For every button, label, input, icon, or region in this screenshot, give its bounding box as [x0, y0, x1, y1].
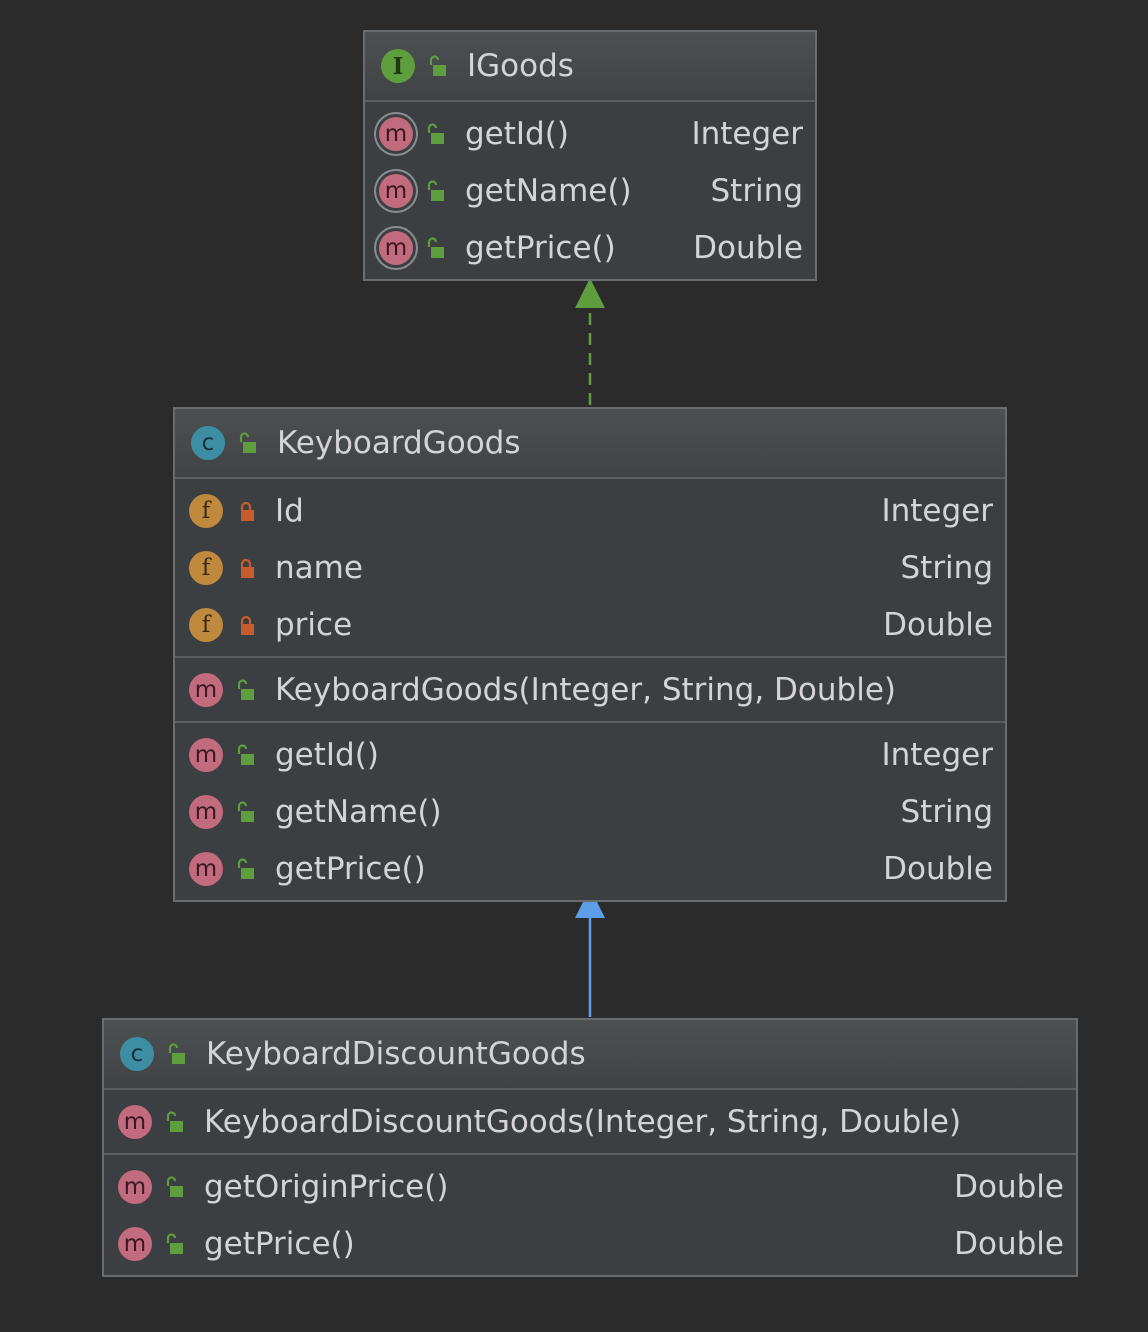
private-lock-icon	[240, 615, 254, 635]
class-header[interactable]: c KeyboardDiscountGoods	[104, 1020, 1076, 1090]
class-icon: c	[120, 1037, 154, 1071]
member-name: price	[275, 606, 353, 643]
member-type: Double	[883, 606, 993, 643]
member-section: m getOriginPrice() Double m getPrice() Double	[104, 1155, 1076, 1275]
class-box-igoods[interactable]: I IGoods m getId() Integer m getName() String m g…	[363, 30, 817, 281]
member-type: Integer	[881, 492, 993, 529]
method-icon: m	[118, 1104, 152, 1139]
method-icon: m	[189, 851, 223, 886]
class-icon: c	[191, 426, 225, 460]
public-lock-open-icon	[237, 678, 254, 700]
member-section: m KeyboardGoods(Integer, String, Double)	[175, 658, 1005, 723]
field-row[interactable]: f Id Integer	[175, 482, 1005, 539]
abstract-method-icon: m	[379, 173, 413, 208]
method-icon: m	[189, 737, 223, 772]
method-row[interactable]: m getId() Integer	[175, 726, 1005, 783]
member-type: Double	[693, 229, 803, 266]
class-box-keyboardgoods[interactable]: c KeyboardGoods f Id Integer f name String f pric…	[173, 407, 1007, 902]
field-row[interactable]: f name String	[175, 539, 1005, 596]
member-section: m getId() Integer m getName() String m getPrice…	[175, 723, 1005, 900]
realization-arrowhead	[575, 278, 605, 308]
member-type: String	[900, 549, 993, 586]
member-name: getName()	[275, 793, 442, 830]
member-type: String	[710, 172, 803, 209]
field-icon: f	[189, 550, 223, 585]
method-row[interactable]: m KeyboardGoods(Integer, String, Double)	[175, 661, 1005, 718]
public-lock-open-icon	[427, 236, 444, 258]
method-row[interactable]: m KeyboardDiscountGoods(Integer, String, …	[104, 1093, 1076, 1150]
public-lock-open-icon	[239, 432, 256, 453]
member-type: Integer	[691, 115, 803, 152]
class-title: IGoods	[467, 48, 574, 84]
public-lock-open-icon	[237, 743, 254, 765]
class-header[interactable]: c KeyboardGoods	[175, 409, 1005, 479]
method-row[interactable]: m getName() String	[175, 783, 1005, 840]
member-name: getPrice()	[275, 850, 426, 887]
member-name: KeyboardGoods(Integer, String, Double)	[275, 671, 896, 708]
public-lock-open-icon	[427, 179, 444, 201]
member-type: Integer	[881, 736, 993, 773]
method-row[interactable]: m getOriginPrice() Double	[104, 1158, 1076, 1215]
method-row[interactable]: m getName() String	[365, 162, 815, 219]
member-name: name	[275, 549, 363, 586]
member-name: getPrice()	[204, 1225, 355, 1262]
member-name: getId()	[465, 115, 569, 152]
public-lock-open-icon	[429, 55, 446, 76]
class-header[interactable]: I IGoods	[365, 32, 815, 102]
class-title: KeyboardDiscountGoods	[206, 1036, 586, 1072]
member-type: Double	[954, 1168, 1064, 1205]
private-lock-icon	[240, 558, 254, 578]
method-icon: m	[189, 672, 223, 707]
private-lock-icon	[240, 501, 254, 521]
field-icon: f	[189, 607, 223, 642]
class-box-keyboarddiscountgoods[interactable]: c KeyboardDiscountGoods m KeyboardDiscountG…	[102, 1018, 1078, 1277]
member-type: String	[900, 793, 993, 830]
member-name: KeyboardDiscountGoods(Integer, String, D…	[204, 1103, 962, 1140]
method-row[interactable]: m getPrice() Double	[365, 219, 815, 276]
member-name: getId()	[275, 736, 379, 773]
public-lock-open-icon	[166, 1232, 183, 1254]
public-lock-open-icon	[166, 1110, 183, 1132]
member-type: Double	[954, 1225, 1064, 1262]
method-row[interactable]: m getPrice() Double	[175, 840, 1005, 897]
method-row[interactable]: m getId() Integer	[365, 105, 815, 162]
member-section: f Id Integer f name String f price Double	[175, 479, 1005, 658]
interface-icon: I	[381, 49, 415, 83]
member-name: Id	[275, 492, 304, 529]
abstract-method-icon: m	[379, 116, 413, 151]
method-icon: m	[118, 1226, 152, 1261]
member-name: getName()	[465, 172, 632, 209]
public-lock-open-icon	[237, 800, 254, 822]
class-title: KeyboardGoods	[277, 425, 521, 461]
public-lock-open-icon	[166, 1175, 183, 1197]
member-name: getPrice()	[465, 229, 616, 266]
member-name: getOriginPrice()	[204, 1168, 449, 1205]
field-row[interactable]: f price Double	[175, 596, 1005, 653]
member-section: m KeyboardDiscountGoods(Integer, String, …	[104, 1090, 1076, 1155]
abstract-method-icon: m	[379, 230, 413, 265]
method-icon: m	[118, 1169, 152, 1204]
method-icon: m	[189, 794, 223, 829]
member-type: Double	[883, 850, 993, 887]
field-icon: f	[189, 493, 223, 528]
public-lock-open-icon	[427, 122, 444, 144]
method-row[interactable]: m getPrice() Double	[104, 1215, 1076, 1272]
public-lock-open-icon	[168, 1043, 185, 1064]
member-section: m getId() Integer m getName() String m getPrice…	[365, 102, 815, 279]
public-lock-open-icon	[237, 857, 254, 879]
